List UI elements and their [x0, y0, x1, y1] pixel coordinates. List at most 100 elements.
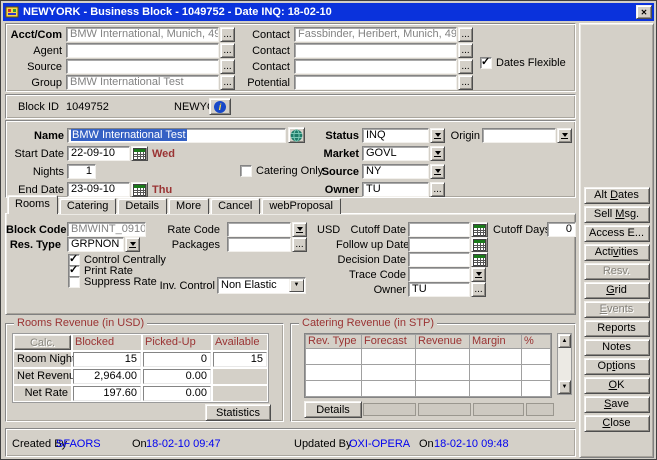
start-date-calendar-button[interactable] [131, 146, 148, 161]
market-lov-button[interactable] [430, 146, 445, 161]
revenue-cell: 197.60 [73, 386, 141, 401]
owner-lookup-button[interactable]: ... [430, 182, 445, 197]
acct-com-field[interactable]: BMW International, Munich, 49 8 215 6 [66, 27, 219, 42]
contact2-field[interactable] [294, 43, 457, 58]
calc-button[interactable]: Calc. [14, 335, 71, 350]
decision-date-field[interactable] [408, 252, 470, 267]
start-date-field[interactable]: 22-09-10 [67, 146, 130, 161]
empty-cell [306, 365, 361, 380]
suppress-rate-checkbox[interactable] [68, 276, 80, 288]
tab-cancel[interactable]: Cancel [210, 198, 260, 214]
activities-button[interactable]: Activities [584, 244, 650, 261]
inv-control-dropdown[interactable]: Non Elastic ▼ [217, 277, 306, 294]
packages-field[interactable] [227, 237, 291, 252]
potential-field[interactable] [294, 75, 457, 90]
access-button[interactable]: Access E... [584, 225, 650, 242]
group-lookup-button[interactable]: ... [220, 75, 235, 90]
rooms-owner-lookup-button[interactable]: ... [471, 282, 486, 297]
owner-field[interactable]: TU [362, 182, 429, 197]
cutoff-date-calendar-button[interactable] [471, 222, 488, 237]
tab-catering[interactable]: Catering [59, 198, 117, 214]
tab-webproposal[interactable]: webProposal [261, 198, 341, 214]
agent-lookup-button[interactable]: ... [220, 43, 235, 58]
trace-code-field[interactable] [408, 267, 470, 282]
chevron-down-icon: ▼ [294, 278, 300, 293]
acct-com-label: Acct/Com [6, 28, 62, 42]
trace-code-lov-button[interactable] [471, 267, 486, 282]
close-window-button[interactable]: Close [584, 415, 650, 432]
origin-field[interactable] [482, 128, 556, 143]
follow-up-date-field[interactable] [408, 237, 470, 252]
reports-button[interactable]: Reports [584, 320, 650, 337]
inv-control-value: Non Elastic [221, 279, 277, 291]
property-info-button[interactable]: i [209, 98, 231, 115]
res-type-lov-button[interactable] [125, 237, 140, 252]
catering-only-checkbox[interactable] [240, 165, 252, 177]
dates-flexible-checkbox[interactable] [480, 57, 492, 69]
source-field[interactable] [66, 59, 219, 74]
cutoff-days-field[interactable]: 0 [547, 222, 576, 237]
calendar-icon [473, 224, 486, 236]
rooms-owner-field[interactable]: TU [408, 282, 470, 297]
status-field[interactable]: INQ [362, 128, 429, 143]
statistics-button[interactable]: Statistics [205, 404, 271, 421]
name-field[interactable]: BMW International Test [67, 128, 286, 143]
contact3-lookup-button[interactable]: ... [458, 59, 473, 74]
nights-field[interactable]: 1 [67, 164, 96, 179]
res-type-field[interactable]: GRPNON [67, 237, 124, 252]
source-code-field[interactable]: NY [362, 164, 429, 179]
rate-code-lov-button[interactable] [292, 222, 307, 237]
source-lov-button[interactable] [430, 164, 445, 179]
events-button[interactable]: Events [584, 301, 650, 318]
nights-label: Nights [6, 165, 64, 179]
save-button[interactable]: Save [584, 396, 650, 413]
market-field[interactable]: GOVL [362, 146, 429, 161]
empty-cell [213, 369, 267, 384]
resv-button[interactable]: Resv. [584, 263, 650, 280]
sell-msg-button[interactable]: Sell Msg. [584, 206, 650, 223]
scroll-down-button[interactable]: ▼ [558, 380, 571, 394]
source-lookup-button[interactable]: ... [220, 59, 235, 74]
follow-up-calendar-button[interactable] [471, 237, 488, 252]
created-on-value: 18-02-10 09:47 [146, 437, 221, 451]
contact3-field[interactable] [294, 59, 457, 74]
options-button[interactable]: Options [584, 358, 650, 375]
calendar-icon [473, 239, 486, 251]
packages-lookup-button[interactable]: ... [292, 237, 307, 252]
tab-rooms[interactable]: Rooms [7, 195, 58, 214]
row-label: Room Nights [14, 352, 71, 367]
close-button[interactable]: ✕ [636, 5, 652, 19]
end-date-field[interactable]: 23-09-10 [67, 182, 130, 197]
potential-lookup-button[interactable]: ... [458, 75, 473, 90]
follow-up-date-label: Follow up Date [336, 238, 406, 252]
grid-button[interactable]: Grid [584, 282, 650, 299]
rate-code-field[interactable] [227, 222, 291, 237]
notes-button[interactable]: Notes [584, 339, 650, 356]
alt-dates-button[interactable]: Alt Dates [584, 187, 650, 204]
catering-table-scrollbar[interactable]: ▲ ▼ [557, 333, 572, 395]
contact2-lookup-button[interactable]: ... [458, 43, 473, 58]
block-code-field[interactable]: BMWINT_0910 [67, 222, 146, 237]
agent-field[interactable] [66, 43, 219, 58]
contact1-field[interactable]: Fassbinder, Heribert, Munich, 49 8 125 [294, 27, 457, 42]
origin-lov-button[interactable] [557, 128, 572, 143]
ok-button[interactable]: OK [584, 377, 650, 394]
details-button[interactable]: Details [304, 401, 362, 418]
end-date-calendar-button[interactable] [131, 182, 148, 197]
scroll-up-button[interactable]: ▲ [558, 334, 571, 348]
cutoff-date-field[interactable] [408, 222, 470, 237]
created-by-value: SFAORS [56, 437, 101, 451]
rooms-revenue-title: Rooms Revenue (in USD) [14, 317, 147, 330]
inv-control-label: Inv. Control [156, 279, 215, 293]
contact1-lookup-button[interactable]: ... [458, 27, 473, 42]
row-label: Net Revenue [14, 369, 71, 384]
lov-icon [476, 272, 482, 276]
tab-details[interactable]: Details [117, 198, 167, 214]
lov-icon [435, 133, 441, 137]
updated-by-label: Updated By [294, 437, 351, 451]
group-field[interactable]: BMW International Test [66, 75, 219, 90]
decision-date-calendar-button[interactable] [471, 252, 488, 267]
dropdown-button[interactable]: ▼ [289, 279, 304, 292]
acct-com-lookup-button[interactable]: ... [220, 27, 235, 42]
tab-more[interactable]: More [168, 198, 209, 214]
